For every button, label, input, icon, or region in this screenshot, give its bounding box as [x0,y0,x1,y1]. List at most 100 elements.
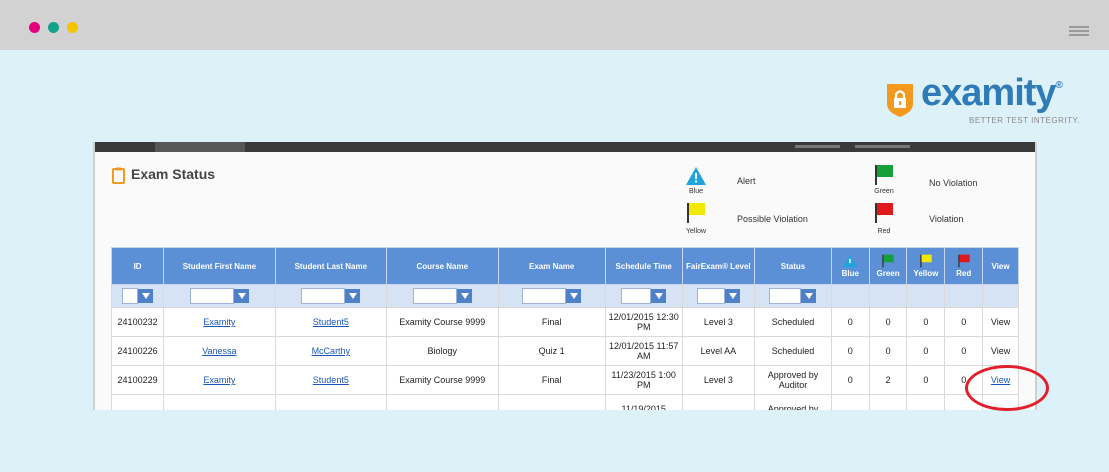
col-header-yellow[interactable]: Yellow [906,247,946,285]
cell-course: Examity Course 9999 [386,307,499,337]
filter-input[interactable] [122,288,139,304]
first-name-link[interactable]: Examity [203,375,235,385]
col-header-label: Green [876,269,900,278]
window-close-dot[interactable] [29,22,40,33]
cell-blue [830,394,870,410]
col-header-blue[interactable]: Blue [830,247,870,285]
col-header-first-name[interactable]: Student First Name [163,247,276,285]
filter-input[interactable] [301,288,346,304]
filter-last-name[interactable] [274,284,388,308]
filter-icon[interactable] [138,289,154,303]
col-header-view[interactable]: View [982,247,1019,285]
window-minimize-dot[interactable] [48,22,59,33]
cell-schedule-time: 11/23/2015 1:00 PM [604,365,683,395]
exam-status-app: Exam Status Blue Alert Green No Violatio… [93,142,1037,410]
filter-input[interactable] [189,288,234,304]
cell-yellow: 0 [906,365,946,395]
first-name-link[interactable]: Vanessa [202,346,236,356]
cell-blue: 0 [830,365,870,395]
cell-yellow [906,394,946,410]
filter-icon[interactable] [566,289,582,303]
cell-green [868,394,908,410]
app-navbar [95,142,1035,152]
red-flag-icon [957,254,970,268]
nav-item[interactable] [855,145,910,148]
cell-blue: 0 [830,336,870,366]
cell-last-name [274,394,388,410]
yellow-flag-icon [920,254,932,268]
window-maximize-dot[interactable] [67,22,78,33]
filter-input[interactable] [621,288,652,304]
col-header-label: Yellow [913,269,939,278]
filter-input[interactable] [769,288,802,304]
filter-empty [944,284,984,308]
cell-status: Approved by [754,394,832,410]
cell-last-name: Student5 [274,307,388,337]
table-row: 24100232 Examity Student5 Examity Course… [110,307,1019,337]
col-header-last-name[interactable]: Student Last Name [274,247,388,285]
cell-level [681,394,756,410]
filter-status[interactable] [754,284,832,308]
col-header-level[interactable]: FairExam® Level [681,247,756,285]
cell-last-name: McCarthy [274,336,388,366]
filter-icon[interactable] [801,289,817,303]
last-name-link[interactable]: Student5 [313,375,349,385]
cell-status: Scheduled [754,336,832,366]
filter-id[interactable] [110,284,165,308]
cell-schedule-time: 12/01/2015 12:30 PM [604,307,683,337]
filter-icon[interactable] [456,289,472,303]
cell-first-name: Examity [163,365,276,395]
nav-tab[interactable] [155,142,245,152]
col-header-course[interactable]: Course Name [386,247,499,285]
cell-id: 24100229 [110,365,165,395]
filter-course[interactable] [386,284,499,308]
red-flag-icon [875,203,893,223]
filter-icon[interactable] [724,289,740,303]
cell-blue: 0 [830,307,870,337]
col-header-green[interactable]: Green [868,247,908,285]
filter-icon[interactable] [651,289,667,303]
legend-flag-name: Green [874,188,894,195]
filter-level[interactable] [681,284,756,308]
menu-icon[interactable] [1069,26,1089,36]
filter-first-name[interactable] [163,284,276,308]
col-header-status[interactable]: Status [754,247,832,285]
filter-empty [868,284,908,308]
table-header-row: ID Student First Name Student Last Name … [110,247,1019,285]
first-name-link[interactable]: Examity [203,317,235,327]
cell-view[interactable]: View [982,307,1019,337]
col-header-id[interactable]: ID [110,247,165,285]
filter-input[interactable] [522,288,567,304]
cell-yellow: 0 [906,336,946,366]
col-header-exam[interactable]: Exam Name [497,247,606,285]
filter-exam[interactable] [497,284,606,308]
legend-label: Possible Violation [737,214,808,224]
brand-name: examity® [921,72,1063,114]
filter-icon[interactable] [345,289,361,303]
last-name-link[interactable]: Student5 [313,317,349,327]
page-title: Exam Status [131,166,216,182]
cell-id: 24100226 [110,336,165,366]
legend-flag-name: Yellow [686,228,706,235]
table-row: 24100226 Vanessa McCarthy Biology Quiz 1… [110,336,1019,366]
col-header-schedule-time[interactable]: Schedule Time [604,247,683,285]
cell-exam: Final [497,365,606,395]
cell-level: Level AA [681,336,756,366]
cell-schedule-time: 12/01/2015 11:57 AM [604,336,683,366]
legend-label: Alert [737,176,756,186]
cell-green: 2 [868,365,908,395]
filter-input[interactable] [696,288,725,304]
cell-view[interactable]: View [982,336,1019,366]
filter-input[interactable] [412,288,457,304]
blue-alert-icon [843,254,858,268]
examity-logo: examity® BETTER TEST INTEGRITY. [885,72,1090,128]
filter-schedule-time[interactable] [604,284,683,308]
filter-icon[interactable] [233,289,249,303]
table-row: 11/19/2015 Approved by [110,394,1019,410]
green-flag-icon [882,254,894,268]
filter-row [110,284,1019,308]
table-row: 24100229 Examity Student5 Examity Course… [110,365,1019,395]
nav-item[interactable] [795,145,840,148]
col-header-red[interactable]: Red [944,247,984,285]
last-name-link[interactable]: McCarthy [312,346,351,356]
